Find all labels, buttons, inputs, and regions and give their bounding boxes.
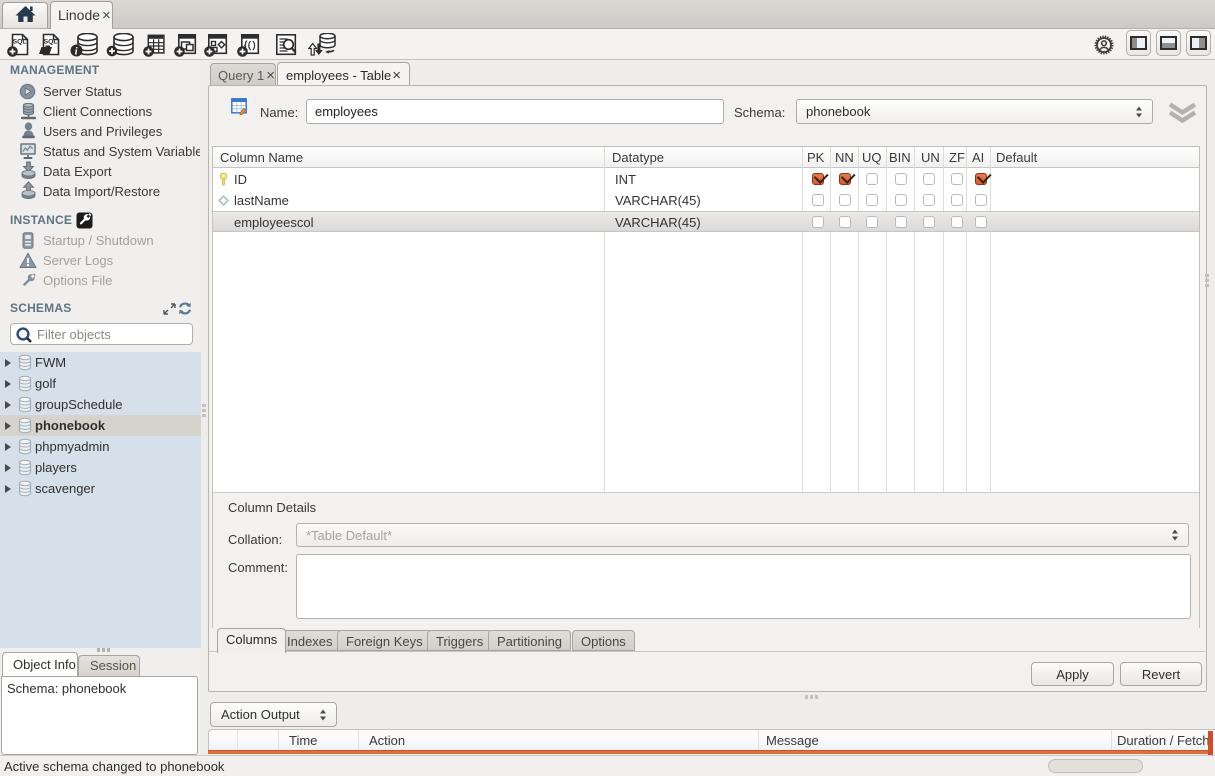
svg-text:SQL: SQL (13, 39, 27, 46)
svg-text:SQL: SQL (44, 39, 58, 46)
